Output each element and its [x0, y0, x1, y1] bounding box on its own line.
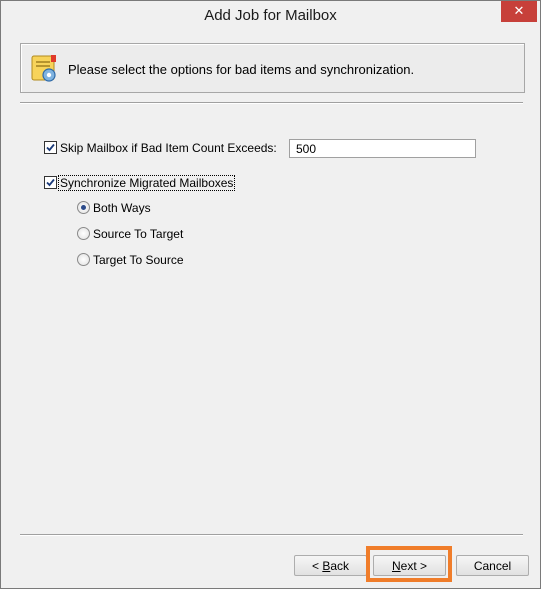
radio-both-ways-label: Both Ways: [93, 201, 151, 215]
radio-target-to-source-label: Target To Source: [93, 253, 184, 267]
settings-note-icon: [31, 55, 56, 82]
checkmark-icon: [46, 143, 55, 152]
title-bar[interactable]: Add Job for Mailbox ✕: [1, 1, 540, 31]
cancel-button[interactable]: Cancel: [456, 555, 529, 576]
synchronize-label: Synchronize Migrated Mailboxes: [58, 175, 236, 191]
skip-mailbox-checkbox[interactable]: [44, 141, 57, 154]
back-button[interactable]: < Back: [294, 555, 367, 576]
bottom-divider: [20, 534, 523, 536]
top-divider: [20, 102, 523, 104]
radio-source-to-target[interactable]: [77, 227, 90, 240]
bad-item-count-input[interactable]: 500: [289, 139, 476, 158]
radio-both-ways[interactable]: [77, 201, 90, 214]
close-icon[interactable]: ✕: [501, 1, 537, 22]
back-button-prefix: <: [311, 559, 323, 573]
radio-source-to-target-label: Source To Target: [93, 227, 184, 241]
radio-target-to-source[interactable]: [77, 253, 90, 266]
header-instruction: Please select the options for bad items …: [68, 62, 415, 77]
dialog-window: Add Job for Mailbox ✕ Please select the …: [0, 0, 541, 589]
checkmark-icon: [46, 178, 55, 187]
header-panel: Please select the options for bad items …: [20, 43, 525, 93]
window-title: Add Job for Mailbox: [204, 7, 337, 24]
back-button-rest: ack: [330, 559, 350, 573]
next-button-highlight: [366, 546, 452, 582]
skip-mailbox-label: Skip Mailbox if Bad Item Count Exceeds:: [60, 141, 277, 155]
synchronize-checkbox[interactable]: [44, 176, 57, 189]
